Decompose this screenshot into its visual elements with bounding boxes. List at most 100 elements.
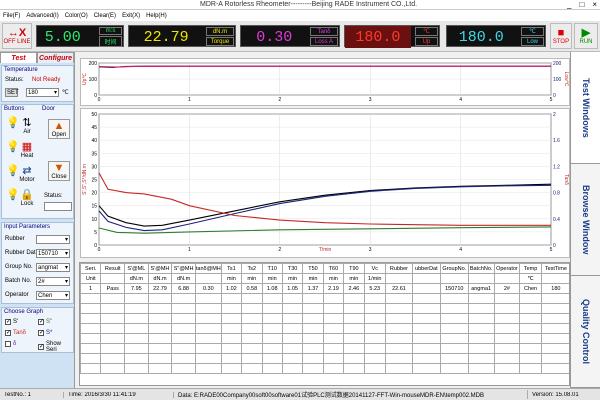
empty-row (80, 353, 569, 364)
column-header[interactable]: ubberDat (411, 263, 441, 274)
graph-tand-checkbox[interactable]: ✓ Tanδ (5, 330, 26, 336)
empty-cell (493, 323, 521, 334)
column-header[interactable]: Ts1 (220, 263, 243, 274)
maximize-button[interactable]: □ (579, 0, 584, 9)
column-header[interactable]: T30 (281, 263, 304, 274)
upper-temp-caption: Up (415, 37, 438, 46)
empty-cell (124, 293, 149, 304)
air-button[interactable]: ⇅ Air (19, 117, 35, 135)
rubber-select[interactable] (36, 235, 70, 244)
empty-cell (147, 293, 173, 304)
menu-exit[interactable]: Exit(X) (122, 13, 140, 19)
batch-no-select[interactable]: 2# (36, 277, 70, 286)
lower-temp-unit: ℃ (521, 27, 544, 36)
tab-configure[interactable]: Configure (37, 52, 74, 63)
temperature-section: Temperature Status: Not Ready SET 180 ℃ (1, 65, 74, 102)
empty-cell (343, 353, 365, 364)
unit-cell (493, 273, 521, 284)
tab-test-windows[interactable]: Test Windows (571, 52, 600, 164)
temperature-chart-svg: 0 1 2 3 4 501002000100200Up℃ Low℃ (82, 61, 569, 103)
column-header[interactable]: Temp (519, 263, 542, 274)
table-cell: 2.46 (343, 283, 365, 294)
empty-cell (411, 343, 441, 354)
y-tick-label: 10 (91, 217, 97, 223)
temp-set-button[interactable]: SET (5, 88, 19, 97)
column-header[interactable]: Operator (493, 263, 521, 274)
x-tick-label: 1 (188, 247, 191, 253)
column-header[interactable]: Ts2 (241, 263, 263, 274)
show-series-checkbox[interactable]: ✓ Show Seri (38, 341, 73, 353)
empty-cell (171, 303, 196, 314)
menu-advanced[interactable]: Advanced(I) (26, 13, 58, 19)
empty-cell (343, 333, 365, 344)
buttons-title: Buttons (4, 106, 25, 112)
motor-button[interactable]: ⇄ Motor (19, 165, 35, 183)
empty-cell (439, 293, 469, 304)
stop-button[interactable]: ■ STOP (550, 23, 572, 49)
column-header[interactable]: Seri. (80, 263, 102, 274)
empty-cell (467, 323, 495, 334)
graph-s-star-checkbox[interactable]: ✓ S* (38, 330, 52, 336)
y-right-tick-label: 1.6 (553, 138, 560, 144)
column-header[interactable]: S'@ML (124, 263, 149, 274)
empty-cell (194, 323, 222, 334)
column-header[interactable]: T10 (261, 263, 283, 274)
y-tick-label: 35 (91, 151, 97, 157)
group-no-select[interactable]: angmat (36, 263, 70, 272)
tab-browse-window[interactable]: Browse Window (571, 164, 600, 276)
minimize-button[interactable]: _ (567, 0, 571, 9)
menu-clear[interactable]: Clear(E) (94, 13, 116, 19)
column-header[interactable]: BatchNo. (467, 263, 495, 274)
menu-file[interactable]: File(F) (3, 13, 20, 19)
column-header[interactable]: S"@MH (171, 263, 196, 274)
column-header[interactable]: Result (100, 263, 126, 274)
close-button[interactable]: × (592, 0, 597, 9)
column-header[interactable]: T90 (343, 263, 365, 274)
column-header[interactable]: T50 (302, 263, 324, 274)
column-header[interactable]: Vc (363, 263, 387, 274)
column-header[interactable]: S'@MH (147, 263, 173, 274)
empty-cell (439, 323, 469, 334)
group-no-label: Group No. (5, 264, 33, 270)
empty-cell (493, 313, 521, 324)
empty-row (80, 303, 569, 314)
results-table: Seri. Result S'@ML S'@MH S"@MH tanδ@MH Ts1 Ts2 T… (79, 262, 570, 386)
empty-cell (302, 293, 324, 304)
operator-select[interactable]: Chen (36, 291, 70, 300)
choose-graph-title: Choose Graph (4, 309, 44, 315)
unit-cell: min (343, 273, 365, 284)
column-header[interactable]: T60 (322, 263, 345, 274)
empty-cell (147, 303, 173, 314)
tab-quality-control[interactable]: Quality Control (571, 276, 600, 388)
empty-cell (411, 323, 441, 334)
table-row[interactable]: 1 Pass 7.95 22.79 6.88 0.30 1.02 0.58 1.08 1.05 1.… (80, 283, 569, 294)
menu-help[interactable]: Help(H) (146, 13, 167, 19)
run-button[interactable]: ▶ RUN (574, 23, 598, 49)
offline-button[interactable]: ↔X OFF LINE (2, 23, 32, 49)
y-right-tick-label: 0 (553, 93, 556, 99)
empty-cell (385, 303, 413, 314)
menu-color[interactable]: Color(O) (65, 13, 88, 19)
column-header[interactable]: Rubber (385, 263, 413, 274)
door-open-button[interactable]: ▲ Open (48, 119, 70, 139)
buttons-door-section: Buttons Door 💡 ⇅ Air 💡 ▦ Heat 💡 ⇄ Motor 💡 🔒… (1, 104, 74, 219)
column-header[interactable]: TestTime (540, 263, 569, 274)
empty-cell (540, 323, 569, 334)
heat-button[interactable]: ▦ Heat (19, 141, 35, 159)
lock-button[interactable]: 🔒 Lock (19, 189, 35, 207)
upper-temp-display: 180.0 ℃ Up (344, 25, 440, 48)
door-close-button[interactable]: ▼ Close (48, 161, 70, 181)
graph-s-double-checkbox[interactable]: ✓ S" (38, 319, 52, 325)
graph-s-prime-checkbox[interactable]: ✓ S' (5, 319, 18, 325)
temp-set-input[interactable]: 180 (26, 88, 59, 97)
column-header[interactable]: tanδ@MH (194, 263, 222, 274)
empty-cell (343, 363, 365, 374)
empty-cell (302, 303, 324, 314)
empty-cell (194, 333, 222, 344)
column-header[interactable]: GroupNo. (439, 263, 469, 274)
window-title: MDR-A Rotorless Rheometer---------Beijin… (200, 1, 418, 8)
rubber-data-select[interactable]: 150710 (36, 249, 70, 258)
graph-delta-checkbox[interactable]: δ (5, 341, 16, 347)
tab-test[interactable]: Test (0, 52, 37, 63)
empty-cell (343, 313, 365, 324)
